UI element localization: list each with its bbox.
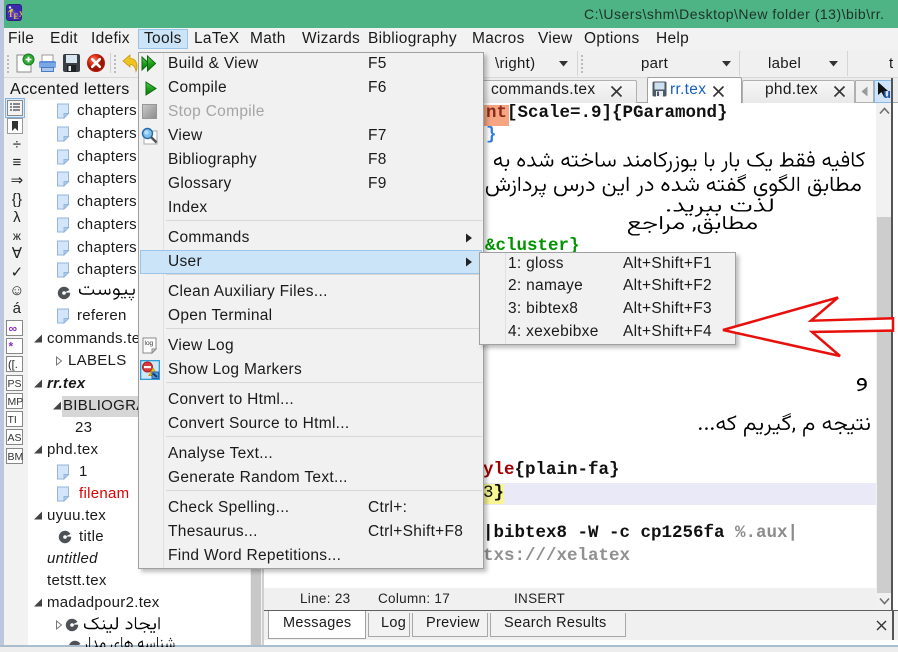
svg-text:*: * — [9, 340, 14, 354]
svg-text:AS: AS — [8, 432, 22, 444]
svg-text:u: u — [883, 86, 891, 101]
svg-text:PS: PS — [8, 378, 22, 390]
svg-text:TI: TI — [8, 414, 17, 426]
svg-text:([.: ([. — [8, 359, 18, 371]
svg-text:log: log — [145, 340, 154, 347]
svg-text:MP: MP — [8, 396, 24, 408]
svg-text:∞: ∞ — [9, 322, 18, 336]
svg-text:BM: BM — [8, 451, 24, 463]
